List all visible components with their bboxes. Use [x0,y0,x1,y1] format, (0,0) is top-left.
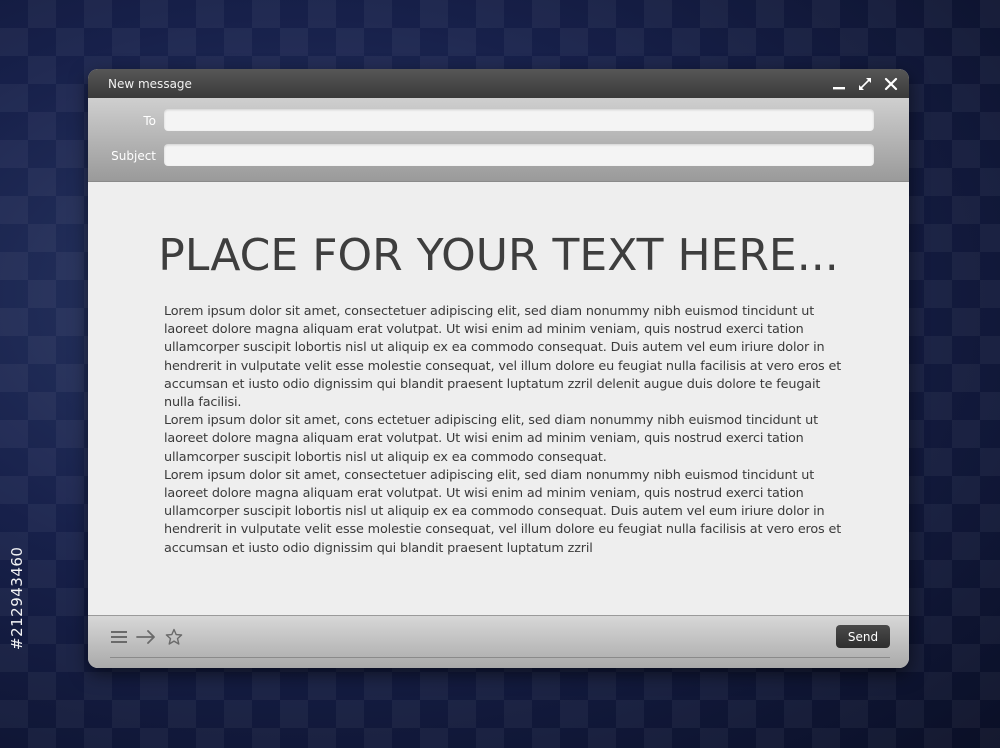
message-body[interactable]: PLACE FOR YOUR TEXT HERE... Lorem ipsum … [88,182,909,615]
body-paragraph-3: Lorem ipsum dolor sit amet, consectetuer… [164,467,842,556]
send-button[interactable]: Send [836,625,890,648]
to-label: To [143,114,156,128]
message-header: To Subject [88,98,909,182]
expand-icon[interactable] [855,74,875,94]
body-paragraph-1: Lorem ipsum dolor sit amet, consectetuer… [164,304,842,411]
minimize-icon[interactable] [829,74,849,94]
title-bar: New message [88,69,909,98]
stock-id-watermark: #212943460 [8,546,26,650]
star-icon[interactable] [164,627,184,647]
arrow-right-icon[interactable] [136,627,156,647]
body-paragraph-2: Lorem ipsum dolor sit amet, cons ectetue… [164,413,819,465]
body-text: Lorem ipsum dolor sit amet, consectetuer… [164,303,844,558]
window-title: New message [108,77,192,91]
subject-field[interactable] [164,144,874,166]
message-window: New message To Subject PLACE FOR YOUR TE… [88,69,909,668]
message-footer: Send [88,615,909,668]
close-icon[interactable] [881,74,901,94]
to-field[interactable] [164,109,874,131]
menu-icon[interactable] [109,627,129,647]
subject-label: Subject [111,149,156,163]
body-headline: PLACE FOR YOUR TEXT HERE... [158,230,839,281]
footer-divider [110,657,890,658]
